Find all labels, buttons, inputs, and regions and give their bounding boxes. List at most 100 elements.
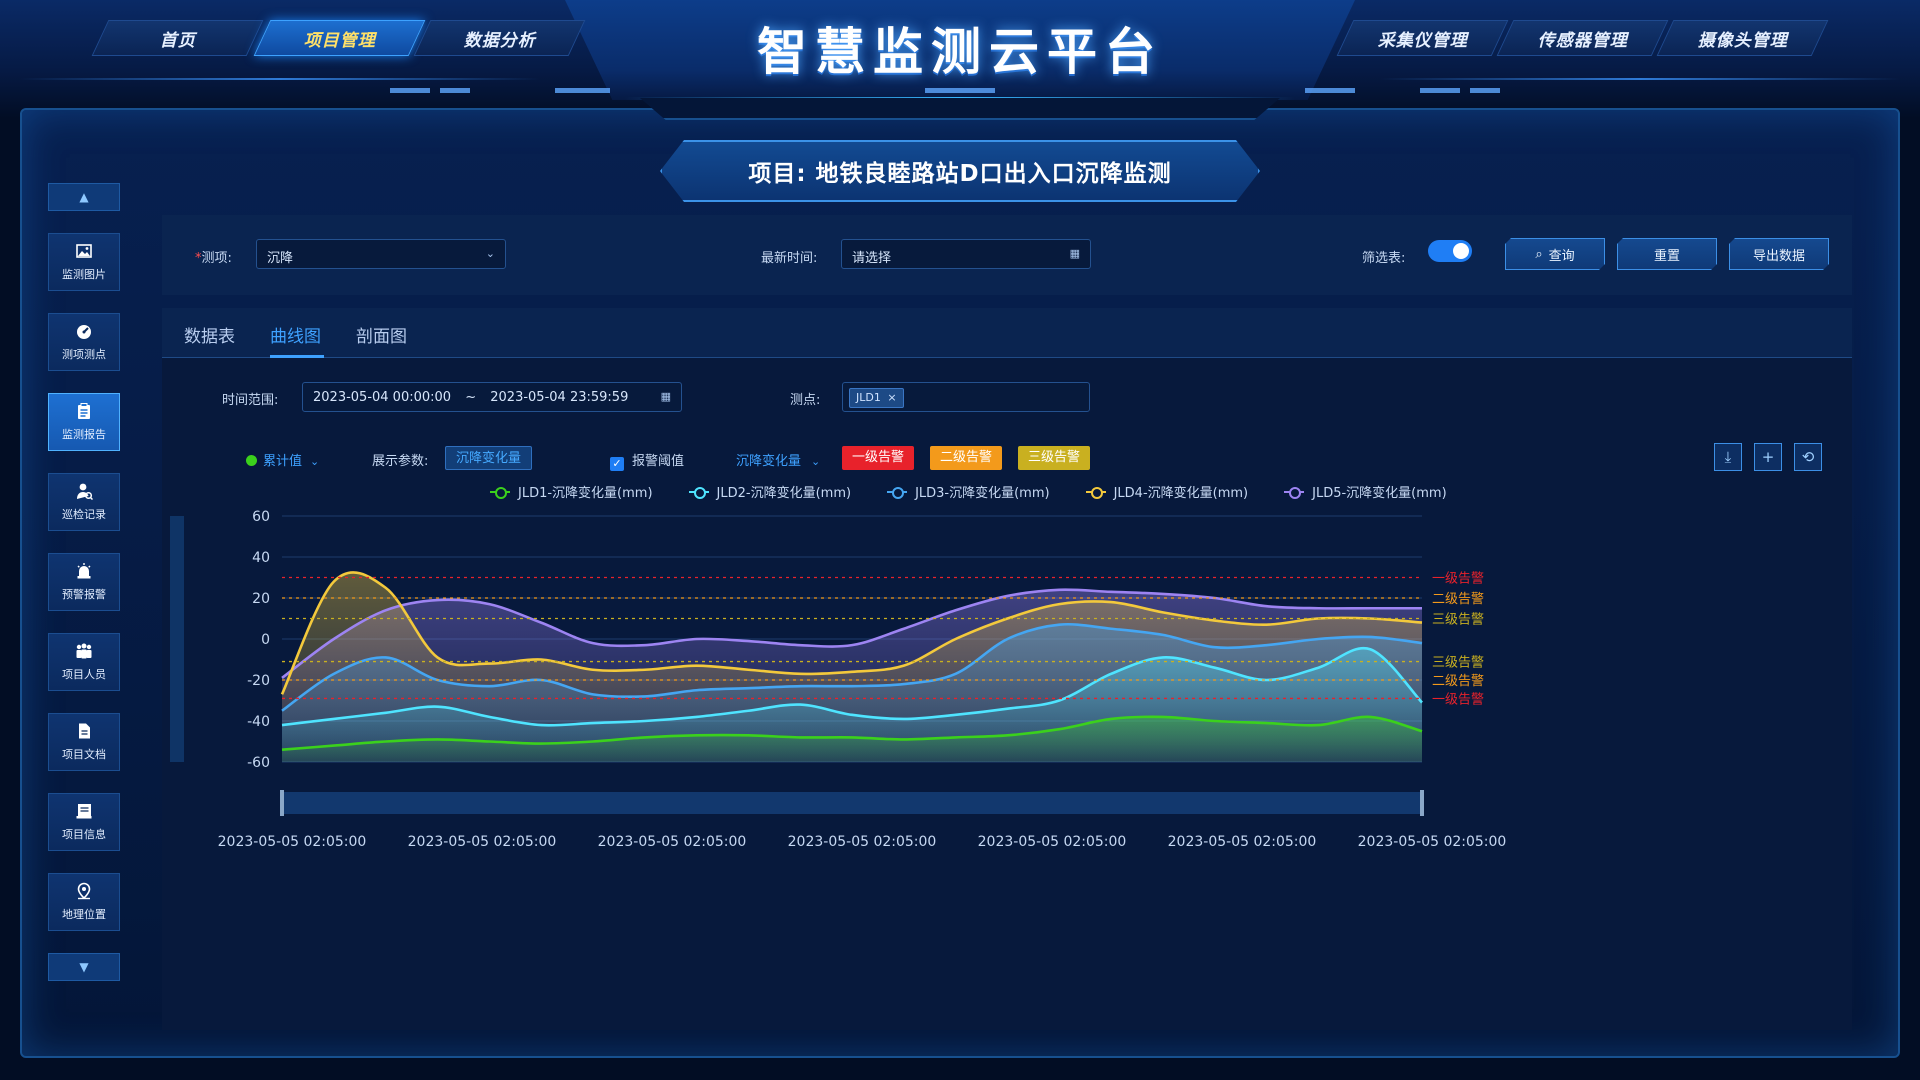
- measure-item-label: *测项:: [195, 247, 232, 266]
- y-tick-label: 60: [252, 509, 270, 525]
- close-icon[interactable]: ×: [887, 391, 896, 404]
- calendar-icon: ▦: [1069, 247, 1080, 260]
- info-card-icon: [75, 802, 93, 820]
- legend-label: JLD5-沉降变化量(mm): [1312, 486, 1447, 501]
- measure-item-label-text: 测项:: [201, 251, 232, 266]
- sidebar-item-inspection-records[interactable]: 巡检记录: [48, 473, 120, 531]
- display-param-tag[interactable]: 沉降变化量: [445, 446, 533, 470]
- reset-button[interactable]: 重置: [1617, 238, 1717, 270]
- sidebar-item-label: 测项测点: [62, 348, 106, 361]
- x-tick-label: 2023-05-05 02:05:00: [1168, 834, 1317, 850]
- threshold-label: 二级告警: [1432, 591, 1484, 607]
- legend-label: JLD2-沉降变化量(mm): [716, 486, 852, 501]
- threshold-label: 一级告警: [1432, 691, 1484, 707]
- measure-item-select[interactable]: 沉降 ⌄: [256, 239, 506, 269]
- team-icon: [75, 642, 93, 660]
- export-data-button[interactable]: 导出数据: [1729, 238, 1829, 270]
- sidebar-item-label: 巡检记录: [62, 508, 106, 521]
- nav-camera-management[interactable]: 摄像头管理: [1656, 20, 1829, 56]
- latest-time-picker[interactable]: 请选择 ▦: [841, 239, 1091, 269]
- x-tick-label: 2023-05-05 02:05:00: [218, 834, 367, 850]
- inspector-icon: [75, 482, 94, 501]
- calendar-icon: ▦: [660, 390, 671, 403]
- threshold-param-select[interactable]: 沉降变化量 ⌄: [736, 450, 820, 469]
- header-dash: [1305, 88, 1355, 93]
- tab-profile-chart[interactable]: 剖面图: [356, 322, 407, 347]
- zoom-slider-handle-left: [280, 790, 284, 816]
- y-tick-label: -20: [247, 673, 270, 689]
- search-icon: ⌕: [1535, 246, 1543, 262]
- zoom-plus-icon[interactable]: +: [1754, 443, 1782, 471]
- measure-item-value: 沉降: [267, 251, 294, 266]
- nav-home[interactable]: 首页: [91, 20, 264, 56]
- legend-item-jld3[interactable]: JLD3-沉降变化量(mm): [887, 482, 1050, 501]
- nav-sensor-management-label: 传感器管理: [1537, 30, 1628, 51]
- x-tick-label: 2023-05-05 02:05:00: [1358, 834, 1507, 850]
- sidebar-item-monitoring-report[interactable]: 监测报告: [48, 393, 120, 451]
- threshold-param-label: 沉降变化量: [736, 454, 802, 469]
- download-icon[interactable]: ⤓: [1714, 443, 1742, 471]
- level1-alarm-pill[interactable]: 一级告警: [842, 446, 915, 470]
- threshold-label: 一级告警: [1432, 571, 1484, 587]
- level3-alarm-pill[interactable]: 三级告警: [1018, 446, 1091, 470]
- document-icon: [75, 722, 93, 740]
- header-dash: [440, 88, 470, 93]
- nav-data-analysis[interactable]: 数据分析: [413, 20, 586, 56]
- level2-alarm-pill[interactable]: 二级告警: [930, 446, 1003, 470]
- status-dot-icon: [246, 455, 257, 466]
- frame-notch: [640, 98, 1280, 120]
- query-button-label: 查询: [1548, 248, 1575, 264]
- x-tick-label: 2023-05-05 02:05:00: [978, 834, 1127, 850]
- nav-camera-management-label: 摄像头管理: [1697, 30, 1788, 51]
- sidebar-item-geo-location[interactable]: 地理位置: [48, 873, 120, 931]
- nav-data-analysis-label: 数据分析: [463, 30, 536, 51]
- y-range-strip: [170, 516, 184, 762]
- sidebar-item-label: 项目文档: [62, 748, 106, 761]
- view-tabs: 数据表 曲线图 剖面图: [162, 308, 1852, 358]
- header-dash: [1420, 88, 1460, 93]
- measure-point-select[interactable]: JLD1 ×: [842, 382, 1090, 412]
- nav-project-management[interactable]: 项目管理: [253, 20, 426, 56]
- chevron-down-icon: ⌄: [811, 455, 821, 468]
- header-dash: [1470, 88, 1500, 93]
- sidebar-item-project-info[interactable]: 项目信息: [48, 793, 120, 851]
- legend-item-jld2[interactable]: JLD2-沉降变化量(mm): [688, 482, 852, 501]
- sidebar-scroll-up-button[interactable]: ▲: [48, 183, 120, 211]
- settlement-chart: 一级告警二级告警三级告警三级告警二级告警一级告警 6040200-20-40-6…: [170, 509, 1507, 850]
- sidebar-item-measure-points[interactable]: 测项测点: [48, 313, 120, 371]
- header-dash: [555, 88, 610, 93]
- sidebar-item-project-documents[interactable]: 项目文档: [48, 713, 120, 771]
- alarm-threshold-label: 报警阈值: [632, 454, 685, 469]
- sidebar-scroll-down-button[interactable]: ▼: [48, 953, 120, 981]
- nav-collector-management[interactable]: 采集仪管理: [1336, 20, 1509, 56]
- nav-sensor-management[interactable]: 传感器管理: [1496, 20, 1669, 56]
- alarm-threshold-checkbox[interactable]: ✓ 报警阈值: [610, 450, 684, 471]
- tab-data-table[interactable]: 数据表: [184, 322, 235, 347]
- time-range-label: 时间范围:: [222, 393, 279, 408]
- measure-point-tag-label: JLD1: [856, 391, 881, 404]
- legend-marker-icon: [490, 486, 510, 499]
- measure-point-tag: JLD1 ×: [849, 388, 904, 408]
- legend-item-jld5[interactable]: JLD5-沉降变化量(mm): [1284, 482, 1447, 501]
- legend-item-jld4[interactable]: JLD4-沉降变化量(mm): [1085, 482, 1248, 501]
- header-dash: [925, 88, 995, 93]
- active-tab-indicator: [270, 355, 324, 358]
- y-tick-label: 0: [261, 632, 270, 648]
- chevron-down-icon: ⌄: [485, 247, 495, 260]
- filter-table-toggle[interactable]: [1428, 240, 1472, 262]
- sidebar-item-warnings-alarms[interactable]: 预警报警: [48, 553, 120, 611]
- value-mode-select[interactable]: 累计值 ⌄: [246, 450, 319, 469]
- gauge-icon: [75, 322, 93, 340]
- sidebar-item-label: 项目信息: [62, 828, 106, 841]
- time-range-picker[interactable]: 2023-05-04 00:00:00 ~ 2023-05-04 23:59:5…: [302, 382, 682, 412]
- query-button[interactable]: ⌕ 查询: [1505, 238, 1605, 270]
- chart-legend: JLD1-沉降变化量(mm) JLD2-沉降变化量(mm) JLD3-沉降变化量…: [490, 482, 1447, 501]
- legend-marker-icon: [887, 486, 908, 499]
- restore-icon[interactable]: ⟲: [1794, 443, 1822, 471]
- sidebar-item-monitoring-photos[interactable]: 监测图片: [48, 233, 120, 291]
- sidebar-item-project-staff[interactable]: 项目人员: [48, 633, 120, 691]
- threshold-label: 三级告警: [1432, 612, 1484, 628]
- tab-curve-chart[interactable]: 曲线图: [270, 322, 321, 347]
- legend-item-jld1[interactable]: JLD1-沉降变化量(mm): [490, 482, 653, 501]
- threshold-label: 二级告警: [1432, 673, 1484, 689]
